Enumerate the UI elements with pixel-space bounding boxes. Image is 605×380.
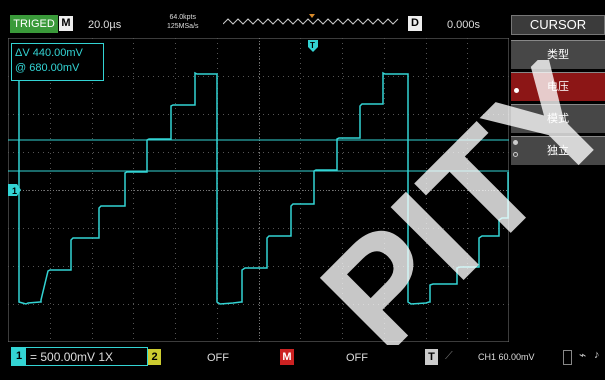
battery-icon (563, 350, 572, 365)
menu-item-label: 独立 (547, 145, 569, 157)
trigger-position-indicator (223, 14, 399, 25)
trigger-time-marker[interactable]: T (307, 39, 319, 53)
ch1-waveform-trace (18, 71, 509, 305)
waveform-graticule (8, 38, 509, 342)
cursor-at-value: @ 680.00mV (15, 62, 80, 74)
math-badge[interactable]: M (280, 349, 294, 365)
ch2-status: OFF (207, 352, 229, 364)
menu-item-type[interactable]: 类型 (511, 40, 605, 69)
math-status: OFF (346, 352, 368, 364)
trigger-slope-icon: ⟋ (445, 350, 453, 362)
ch2-badge[interactable]: 2 (148, 349, 161, 365)
trigger-status-badge: TRIGED (10, 15, 58, 33)
status-bar: TRIGED M 20.0µs 64.0kpts 125MSa/s D 0.00… (0, 0, 605, 38)
usb-icon: ⌁ (579, 348, 587, 362)
menu-item-label: 类型 (547, 49, 569, 61)
memory-depth: 64.0kpts (169, 14, 196, 21)
trigger-marker-label: T (310, 41, 315, 50)
trigger-badge[interactable]: T (425, 349, 438, 365)
selected-dot-icon (514, 88, 519, 93)
trigger-setting: CH1 60.00mV (478, 352, 535, 362)
radio-unselected-icon (513, 152, 518, 157)
ch1-badge: 1 (12, 348, 26, 365)
cursor-menu: 类型 电压 模式 独立 (511, 40, 605, 168)
ch1-level-marker[interactable]: 1 (8, 183, 22, 197)
menu-item-label: 电压 (547, 81, 569, 93)
delay-badge[interactable]: D (408, 16, 422, 31)
speaker-icon: ♪ (594, 349, 600, 361)
ch1-marker-label: 1 (12, 186, 17, 196)
waveform-display[interactable]: 1 T (8, 38, 509, 342)
menu-title: CURSOR (511, 15, 605, 35)
radio-selected-icon (513, 140, 518, 145)
cursor-delta-value: ΔV 440.00mV (15, 47, 83, 59)
ch1-setting-box[interactable]: 1 = 500.00mV 1X (11, 347, 148, 366)
timebase-readout[interactable]: 20.0µs (88, 19, 121, 31)
mode-badge[interactable]: M (59, 16, 73, 31)
menu-item-independent[interactable]: 独立 (511, 136, 605, 165)
horizontal-delay-readout[interactable]: 0.000s (447, 19, 480, 31)
menu-item-voltage[interactable]: 电压 (511, 72, 605, 101)
channel-bar: 1 = 500.00mV 1X 2 OFF M OFF T ⟋ CH1 60.0… (0, 345, 605, 368)
sample-rate: 125MSa/s (167, 23, 199, 30)
menu-item-mode[interactable]: 模式 (511, 104, 605, 133)
cursor-readout: ΔV 440.00mV @ 680.00mV (11, 43, 104, 81)
memory-info: 64.0kpts 125MSa/s (167, 13, 199, 31)
ch1-scale: = 500.00mV 1X (30, 350, 114, 364)
menu-item-label: 模式 (547, 113, 569, 125)
